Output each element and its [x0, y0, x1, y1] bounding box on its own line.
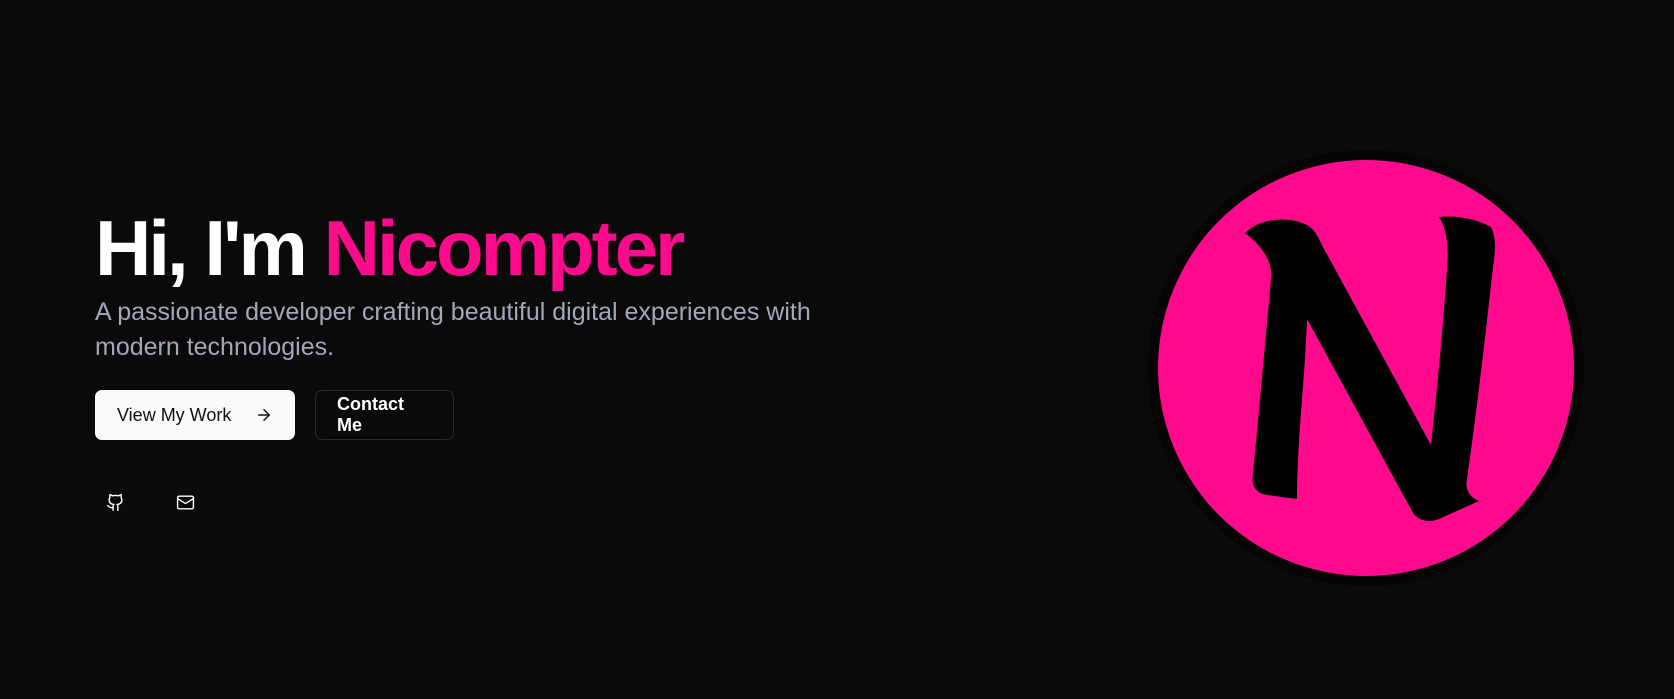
hero-subtitle: A passionate developer crafting beautifu…: [95, 298, 811, 361]
hero-section: Hi, I'm Nicompter A passionate developer…: [0, 0, 1674, 699]
hero-actions: View My Work Contact Me: [95, 390, 855, 440]
contact-me-label: Contact Me: [337, 394, 404, 435]
mail-icon: [176, 494, 194, 510]
nicompter-logo: [1148, 150, 1584, 586]
social-links: [95, 482, 855, 522]
contact-me-button[interactable]: Contact Me: [315, 390, 454, 440]
greeting-text: Hi, I'm: [95, 204, 308, 292]
hero-content: Hi, I'm Nicompter A passionate developer…: [95, 205, 855, 522]
view-work-label: View My Work: [117, 404, 232, 425]
hero-headline: Hi, I'm Nicompter: [95, 205, 855, 291]
view-work-button[interactable]: View My Work: [95, 390, 295, 440]
github-icon: [106, 493, 123, 511]
email-link[interactable]: [165, 482, 205, 522]
name-text: Nicompter: [323, 204, 686, 292]
github-link[interactable]: [95, 482, 135, 522]
arrow-right-icon: [258, 409, 270, 421]
